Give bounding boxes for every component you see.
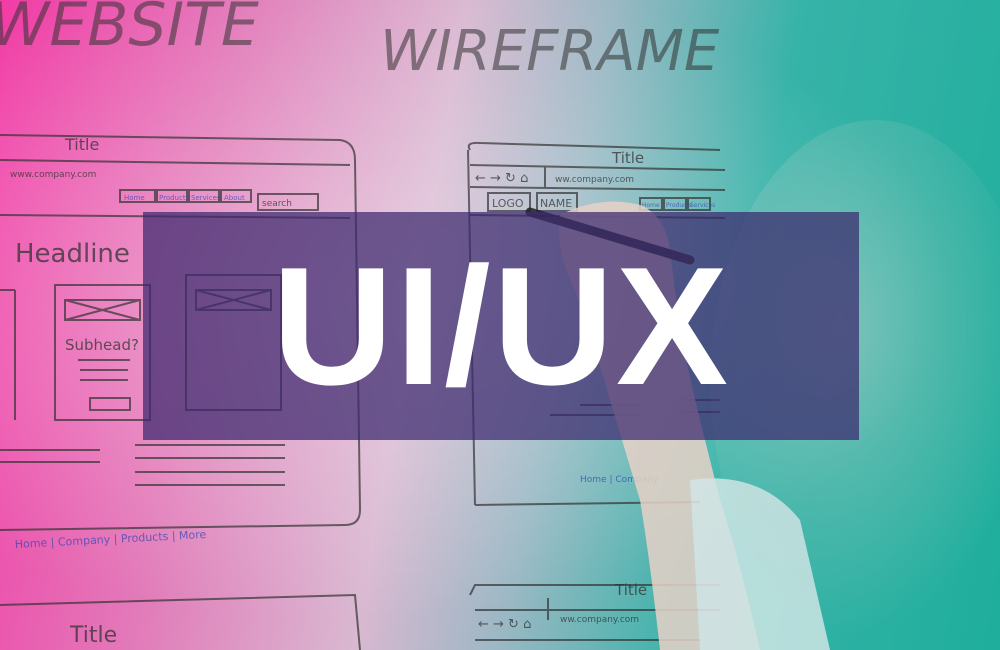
wf1-nav-1: Products [159, 194, 190, 202]
wf1-headline: Headline [15, 239, 130, 269]
sketch-heading-website: WEBSITE [0, 0, 259, 60]
sketch-heading-wireframe: WIREFRAME [380, 19, 720, 84]
wf1-url: www.company.com [10, 170, 96, 180]
wf2-nav-2: Services [690, 202, 715, 209]
wf1-title: Title [64, 135, 99, 154]
banner-title: UI/UX [271, 232, 731, 420]
wf1-nav-0: Home [124, 194, 145, 202]
wf4-url: ww.company.com [560, 615, 639, 625]
wf2-nav-arrows: ← → ↻ ⌂ [475, 171, 528, 186]
wf3-title: Title [69, 623, 117, 648]
wf4-nav-arrows: ← → ↻ ⌂ [478, 617, 531, 632]
wf1-footer: Home | Company | Products | More [14, 528, 206, 551]
title-banner: UI/UX [143, 212, 859, 440]
wf4-title: Title [614, 581, 647, 599]
wf2-nav-1: Products [666, 202, 692, 209]
wf1-search: search [262, 199, 292, 209]
wf1-nav-3: About [224, 194, 245, 202]
wf2-title: Title [611, 149, 644, 167]
wf2-name: NAME [540, 197, 572, 210]
wf1-nav-2: Services [191, 194, 221, 202]
wf2-url: ww.company.com [555, 175, 634, 185]
wf2-logo: LOGO [492, 197, 524, 210]
wf1-subhead: Subhead? [65, 336, 139, 354]
